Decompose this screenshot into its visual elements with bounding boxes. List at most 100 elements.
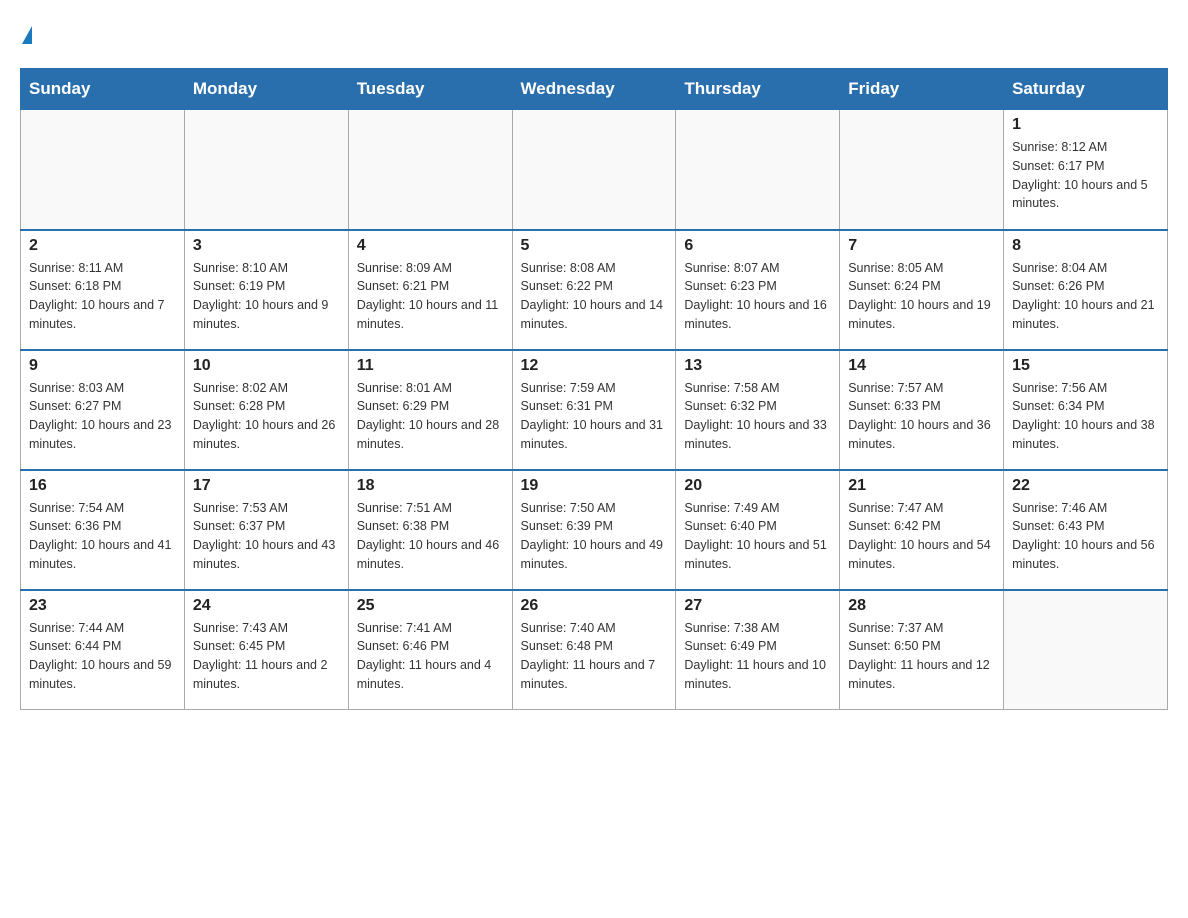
day-number: 15 — [1012, 357, 1159, 375]
calendar-cell — [21, 110, 185, 230]
day-info: Sunrise: 8:09 AMSunset: 6:21 PMDaylight:… — [357, 259, 504, 334]
day-number: 7 — [848, 237, 995, 255]
calendar-cell: 12 Sunrise: 7:59 AMSunset: 6:31 PMDayligh… — [512, 350, 676, 470]
day-number: 22 — [1012, 477, 1159, 495]
calendar-table: Sunday Monday Tuesday Wednesday Thursday… — [20, 68, 1168, 710]
day-info: Sunrise: 8:02 AMSunset: 6:28 PMDaylight:… — [193, 379, 340, 454]
day-info: Sunrise: 8:12 AMSunset: 6:17 PMDaylight:… — [1012, 138, 1159, 213]
calendar-cell: 26 Sunrise: 7:40 AMSunset: 6:48 PMDayligh… — [512, 590, 676, 710]
calendar-cell: 7 Sunrise: 8:05 AMSunset: 6:24 PMDaylight… — [840, 230, 1004, 350]
calendar-cell: 17 Sunrise: 7:53 AMSunset: 6:37 PMDayligh… — [184, 470, 348, 590]
day-info: Sunrise: 7:40 AMSunset: 6:48 PMDaylight:… — [521, 619, 668, 694]
day-number: 2 — [29, 237, 176, 255]
calendar-cell — [676, 110, 840, 230]
col-sunday: Sunday — [21, 69, 185, 110]
calendar-cell: 22 Sunrise: 7:46 AMSunset: 6:43 PMDayligh… — [1004, 470, 1168, 590]
day-info: Sunrise: 7:47 AMSunset: 6:42 PMDaylight:… — [848, 499, 995, 574]
calendar-cell: 20Sunrise: 7:49 AMSunset: 6:40 PMDayligh… — [676, 470, 840, 590]
day-info: Sunrise: 7:56 AMSunset: 6:34 PMDaylight:… — [1012, 379, 1159, 454]
day-number: 10 — [193, 357, 340, 375]
day-number: 14 — [848, 357, 995, 375]
calendar-cell: 25 Sunrise: 7:41 AMSunset: 6:46 PMDayligh… — [348, 590, 512, 710]
day-info: Sunrise: 7:37 AMSunset: 6:50 PMDaylight:… — [848, 619, 995, 694]
calendar-cell: 28 Sunrise: 7:37 AMSunset: 6:50 PMDayligh… — [840, 590, 1004, 710]
day-number: 8 — [1012, 237, 1159, 255]
day-number: 27 — [684, 597, 831, 615]
col-thursday: Thursday — [676, 69, 840, 110]
day-info: Sunrise: 8:10 AMSunset: 6:19 PMDaylight:… — [193, 259, 340, 334]
logo — [20, 20, 32, 48]
calendar-cell: 1Sunrise: 8:12 AMSunset: 6:17 PMDaylight… — [1004, 110, 1168, 230]
calendar-cell: 16 Sunrise: 7:54 AMSunset: 6:36 PMDayligh… — [21, 470, 185, 590]
calendar-cell: 14 Sunrise: 7:57 AMSunset: 6:33 PMDayligh… — [840, 350, 1004, 470]
calendar-cell: 4 Sunrise: 8:09 AMSunset: 6:21 PMDaylight… — [348, 230, 512, 350]
calendar-cell: 11 Sunrise: 8:01 AMSunset: 6:29 PMDayligh… — [348, 350, 512, 470]
day-number: 12 — [521, 357, 668, 375]
day-info: Sunrise: 7:51 AMSunset: 6:38 PMDaylight:… — [357, 499, 504, 574]
calendar-cell: 27 Sunrise: 7:38 AMSunset: 6:49 PMDayligh… — [676, 590, 840, 710]
day-number: 23 — [29, 597, 176, 615]
day-info: Sunrise: 8:03 AMSunset: 6:27 PMDaylight:… — [29, 379, 176, 454]
day-info: Sunrise: 7:54 AMSunset: 6:36 PMDaylight:… — [29, 499, 176, 574]
calendar-cell: 24Sunrise: 7:43 AMSunset: 6:45 PMDayligh… — [184, 590, 348, 710]
calendar-week-row: 2 Sunrise: 8:11 AMSunset: 6:18 PMDaylight… — [21, 230, 1168, 350]
day-number: 20 — [684, 477, 831, 495]
day-info: Sunrise: 7:57 AMSunset: 6:33 PMDaylight:… — [848, 379, 995, 454]
calendar-week-row: 23 Sunrise: 7:44 AMSunset: 6:44 PMDayligh… — [21, 590, 1168, 710]
day-info: Sunrise: 8:01 AMSunset: 6:29 PMDaylight:… — [357, 379, 504, 454]
calendar-cell — [840, 110, 1004, 230]
calendar-header-row: Sunday Monday Tuesday Wednesday Thursday… — [21, 69, 1168, 110]
calendar-cell: 5 Sunrise: 8:08 AMSunset: 6:22 PMDaylight… — [512, 230, 676, 350]
day-info: Sunrise: 7:53 AMSunset: 6:37 PMDaylight:… — [193, 499, 340, 574]
day-info: Sunrise: 8:07 AMSunset: 6:23 PMDaylight:… — [684, 259, 831, 334]
day-number: 19 — [521, 477, 668, 495]
calendar-cell — [1004, 590, 1168, 710]
calendar-cell: 3 Sunrise: 8:10 AMSunset: 6:19 PMDaylight… — [184, 230, 348, 350]
calendar-cell — [184, 110, 348, 230]
logo-triangle-icon — [22, 26, 32, 44]
day-number: 5 — [521, 237, 668, 255]
day-info: Sunrise: 7:41 AMSunset: 6:46 PMDaylight:… — [357, 619, 504, 694]
logo-line1 — [20, 20, 32, 48]
calendar-cell: 8 Sunrise: 8:04 AMSunset: 6:26 PMDaylight… — [1004, 230, 1168, 350]
col-friday: Friday — [840, 69, 1004, 110]
calendar-cell: 6Sunrise: 8:07 AMSunset: 6:23 PMDaylight… — [676, 230, 840, 350]
calendar-cell — [348, 110, 512, 230]
col-tuesday: Tuesday — [348, 69, 512, 110]
calendar-cell: 9Sunrise: 8:03 AMSunset: 6:27 PMDaylight… — [21, 350, 185, 470]
day-number: 3 — [193, 237, 340, 255]
day-number: 16 — [29, 477, 176, 495]
day-number: 21 — [848, 477, 995, 495]
day-number: 25 — [357, 597, 504, 615]
day-number: 24 — [193, 597, 340, 615]
day-info: Sunrise: 7:38 AMSunset: 6:49 PMDaylight:… — [684, 619, 831, 694]
day-number: 28 — [848, 597, 995, 615]
day-number: 13 — [684, 357, 831, 375]
day-info: Sunrise: 7:44 AMSunset: 6:44 PMDaylight:… — [29, 619, 176, 694]
day-info: Sunrise: 7:46 AMSunset: 6:43 PMDaylight:… — [1012, 499, 1159, 574]
calendar-week-row: 1Sunrise: 8:12 AMSunset: 6:17 PMDaylight… — [21, 110, 1168, 230]
col-monday: Monday — [184, 69, 348, 110]
col-wednesday: Wednesday — [512, 69, 676, 110]
calendar-cell: 19 Sunrise: 7:50 AMSunset: 6:39 PMDayligh… — [512, 470, 676, 590]
day-info: Sunrise: 8:04 AMSunset: 6:26 PMDaylight:… — [1012, 259, 1159, 334]
calendar-cell: 15 Sunrise: 7:56 AMSunset: 6:34 PMDayligh… — [1004, 350, 1168, 470]
day-info: Sunrise: 8:05 AMSunset: 6:24 PMDaylight:… — [848, 259, 995, 334]
day-number: 17 — [193, 477, 340, 495]
day-number: 11 — [357, 357, 504, 375]
day-info: Sunrise: 7:50 AMSunset: 6:39 PMDaylight:… — [521, 499, 668, 574]
calendar-week-row: 9Sunrise: 8:03 AMSunset: 6:27 PMDaylight… — [21, 350, 1168, 470]
page-header — [20, 20, 1168, 48]
day-number: 26 — [521, 597, 668, 615]
calendar-week-row: 16 Sunrise: 7:54 AMSunset: 6:36 PMDayligh… — [21, 470, 1168, 590]
calendar-cell: 18 Sunrise: 7:51 AMSunset: 6:38 PMDayligh… — [348, 470, 512, 590]
day-info: Sunrise: 8:08 AMSunset: 6:22 PMDaylight:… — [521, 259, 668, 334]
col-saturday: Saturday — [1004, 69, 1168, 110]
calendar-cell: 10 Sunrise: 8:02 AMSunset: 6:28 PMDayligh… — [184, 350, 348, 470]
day-info: Sunrise: 7:59 AMSunset: 6:31 PMDaylight:… — [521, 379, 668, 454]
day-info: Sunrise: 8:11 AMSunset: 6:18 PMDaylight:… — [29, 259, 176, 334]
calendar-cell: 21 Sunrise: 7:47 AMSunset: 6:42 PMDayligh… — [840, 470, 1004, 590]
day-number: 18 — [357, 477, 504, 495]
day-number: 4 — [357, 237, 504, 255]
calendar-cell: 2 Sunrise: 8:11 AMSunset: 6:18 PMDaylight… — [21, 230, 185, 350]
